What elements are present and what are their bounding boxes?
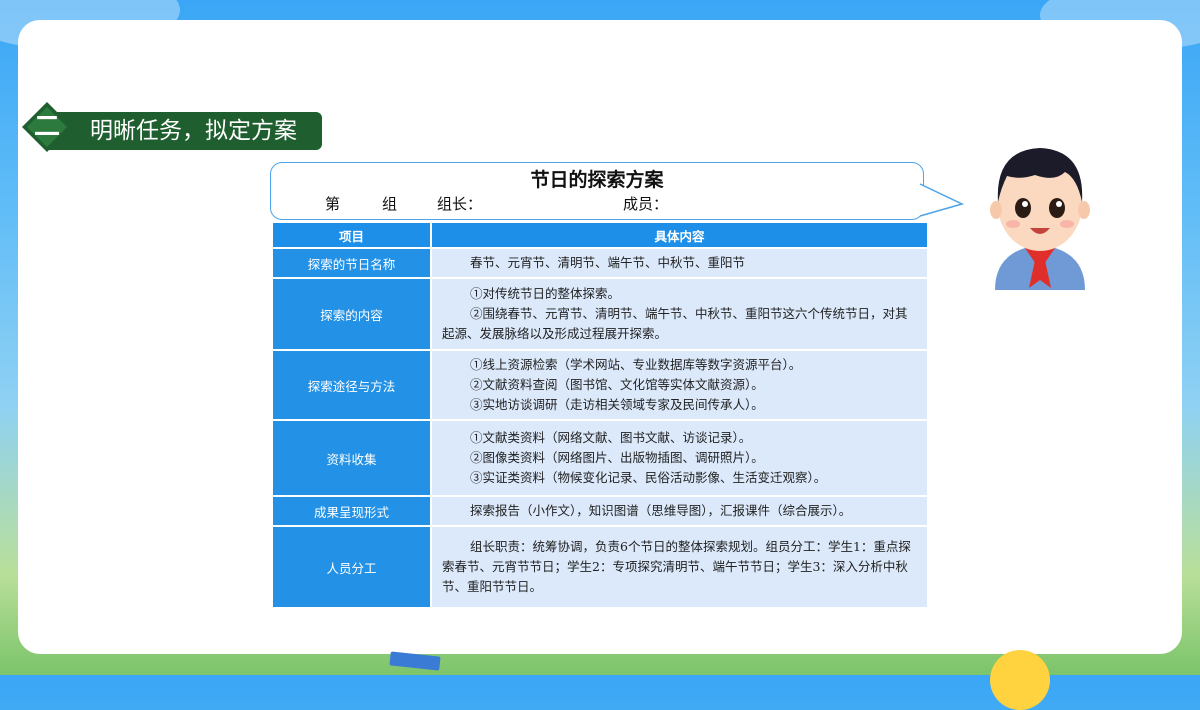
section-header: 二 明晰任务，拟定方案 — [20, 100, 322, 152]
section-number: 二 — [33, 112, 60, 142]
table-header-row: 项目 具体内容 — [271, 221, 929, 249]
plan-title: 节日的探索方案 — [530, 169, 664, 191]
content-line: ②围绕春节、元宵节、清明节、端午节、中秋节、重阳节这六个传统节日，对其起源、发展… — [442, 306, 908, 341]
content-line: ①对传统节日的整体探索。 — [470, 286, 621, 301]
section-title: 明晰任务，拟定方案 — [90, 118, 297, 144]
row-label: 成果呈现形式 — [271, 495, 432, 527]
row-label: 探索的内容 — [271, 277, 432, 351]
content-line: ①文献类资料（网络文献、图书文献、访谈记录）。 — [470, 430, 752, 445]
sun-decoration — [990, 650, 1050, 710]
row-label: 资料收集 — [271, 419, 432, 497]
cartoon-boy-illustration — [990, 148, 1090, 290]
book-decoration — [389, 651, 441, 671]
header-content: 具体内容 — [430, 221, 929, 249]
bubble-tail — [919, 183, 964, 217]
group-prefix: 第 — [325, 195, 341, 213]
header-item: 项目 — [271, 221, 432, 249]
table-row: 资料收集 ①文献类资料（网络文献、图书文献、访谈记录）。 ②图像类资料（网络图片… — [271, 419, 929, 497]
table-row: 探索的节日名称 春节、元宵节、清明节、端午节、中秋节、重阳节 — [271, 247, 929, 279]
row-content: ①对传统节日的整体探索。 ②围绕春节、元宵节、清明节、端午节、中秋节、重阳节这六… — [430, 277, 929, 351]
content-line: ②图像类资料（网络图片、出版物插图、调研照片）。 — [470, 450, 764, 465]
content-line: 组长职责：统筹协调，负责6个节日的整体探索规划。组员分工：学生1：重点探索春节、… — [442, 539, 911, 594]
table-row: 人员分工 组长职责：统筹协调，负责6个节日的整体探索规划。组员分工：学生1：重点… — [271, 525, 929, 609]
row-content: ①线上资源检索（学术网站、专业数据库等数字资源平台）。 ②文献资料查阅（图书馆、… — [430, 349, 929, 421]
content-line: ②文献资料查阅（图书馆、文化馆等实体文献资源）。 — [470, 377, 764, 392]
table-row: 成果呈现形式 探索报告（小作文），知识图谱（思维导图），汇报课件（综合展示）。 — [271, 495, 929, 527]
table-row: 探索的内容 ①对传统节日的整体探索。 ②围绕春节、元宵节、清明节、端午节、中秋节… — [271, 277, 929, 351]
group-suffix: 组 — [382, 195, 398, 213]
members-label: 成员： — [623, 195, 669, 213]
content-line: 探索报告（小作文），知识图谱（思维导图），汇报课件（综合展示）。 — [470, 503, 852, 518]
content-line: ①线上资源检索（学术网站、专业数据库等数字资源平台）。 — [470, 357, 802, 372]
leader-label: 组长： — [437, 195, 483, 213]
row-content: 春节、元宵节、清明节、端午节、中秋节、重阳节 — [430, 247, 929, 279]
content-line: ③实地访谈调研（走访相关领域专家及民间传承人）。 — [470, 397, 764, 412]
plan-table: 项目 具体内容 探索的节日名称 春节、元宵节、清明节、端午节、中秋节、重阳节 探… — [271, 221, 929, 609]
row-content: ①文献类资料（网络文献、图书文献、访谈记录）。 ②图像类资料（网络图片、出版物插… — [430, 419, 929, 497]
row-label: 探索的节日名称 — [271, 247, 432, 279]
row-content: 探索报告（小作文），知识图谱（思维导图），汇报课件（综合展示）。 — [430, 495, 929, 527]
row-label: 人员分工 — [271, 525, 432, 609]
row-label: 探索途径与方法 — [271, 349, 432, 421]
plan-header-bubble: 节日的探索方案 第 组 组长： 成员： — [270, 162, 924, 220]
table-row: 探索途径与方法 ①线上资源检索（学术网站、专业数据库等数字资源平台）。 ②文献资… — [271, 349, 929, 421]
content-line: 春节、元宵节、清明节、端午节、中秋节、重阳节 — [470, 255, 746, 270]
content-line: ③实证类资料（物候变化记录、民俗活动影像、生活变迁观察）。 — [470, 470, 827, 485]
row-content: 组长职责：统筹协调，负责6个节日的整体探索规划。组员分工：学生1：重点探索春节、… — [430, 525, 929, 609]
